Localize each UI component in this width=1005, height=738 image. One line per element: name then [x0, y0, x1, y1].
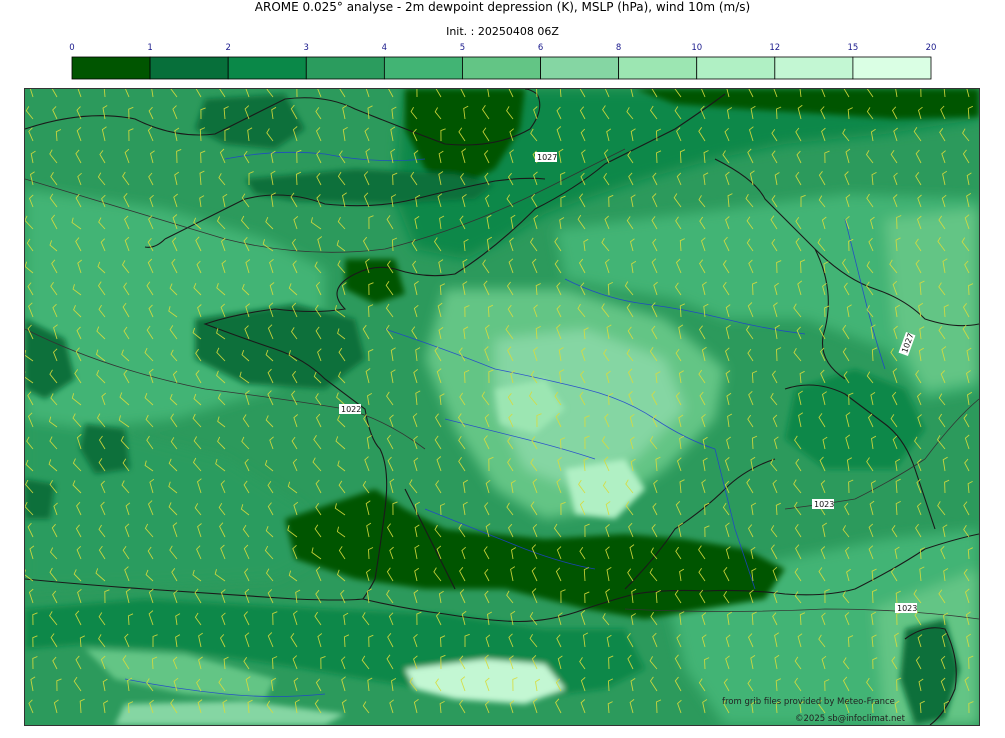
- legend-tick-label: 1: [147, 43, 152, 53]
- svg-text:1027: 1027: [537, 153, 557, 162]
- legend-tick-label: 8: [616, 43, 621, 53]
- legend-color-step: [149, 56, 229, 80]
- legend-color-step: [71, 56, 151, 80]
- data-credit: from grib files provided by Meteo-France: [722, 697, 895, 707]
- legend-color-step: [462, 56, 541, 80]
- svg-text:1023: 1023: [814, 500, 834, 509]
- legend-color-step: [696, 56, 776, 80]
- legend-tick-label: 3: [304, 43, 309, 53]
- isobar-label: 1022: [339, 404, 361, 414]
- legend-tick-label: 4: [382, 43, 387, 53]
- legend-color-step: [227, 56, 307, 80]
- legend-color-step: [618, 56, 698, 80]
- isobar-label: 1023: [895, 603, 917, 613]
- legend-tick-label: 5: [460, 43, 465, 53]
- legend-tick-label: 2: [225, 43, 230, 53]
- isobar-label: 1023: [812, 499, 834, 509]
- legend-tick-label: 15: [847, 43, 858, 53]
- copyright-credit: ©2025 sb@infoclimat.net: [795, 714, 906, 724]
- legend-tick-label: 20: [926, 43, 937, 53]
- legend-color-step: [305, 56, 385, 80]
- legend-color-step: [774, 56, 854, 80]
- legend-color-step: [852, 56, 932, 80]
- legend-color-step: [383, 56, 463, 80]
- legend-tick-label: 6: [538, 43, 543, 53]
- svg-text:1023: 1023: [897, 604, 917, 613]
- isobar-label: 1027: [535, 152, 557, 162]
- legend-tick-label: 0: [69, 43, 74, 53]
- legend-color-step: [540, 56, 620, 80]
- legend-tick-label: 12: [769, 43, 780, 53]
- legend-tick-label: 10: [691, 43, 702, 53]
- svg-text:1022: 1022: [341, 405, 361, 414]
- forecast-map: 1027 1027 1022 1023 1023 from grib files…: [24, 88, 980, 726]
- color-scale-legend: 0 1 2 3 4 5 6 8 10 12 15 20: [69, 43, 937, 80]
